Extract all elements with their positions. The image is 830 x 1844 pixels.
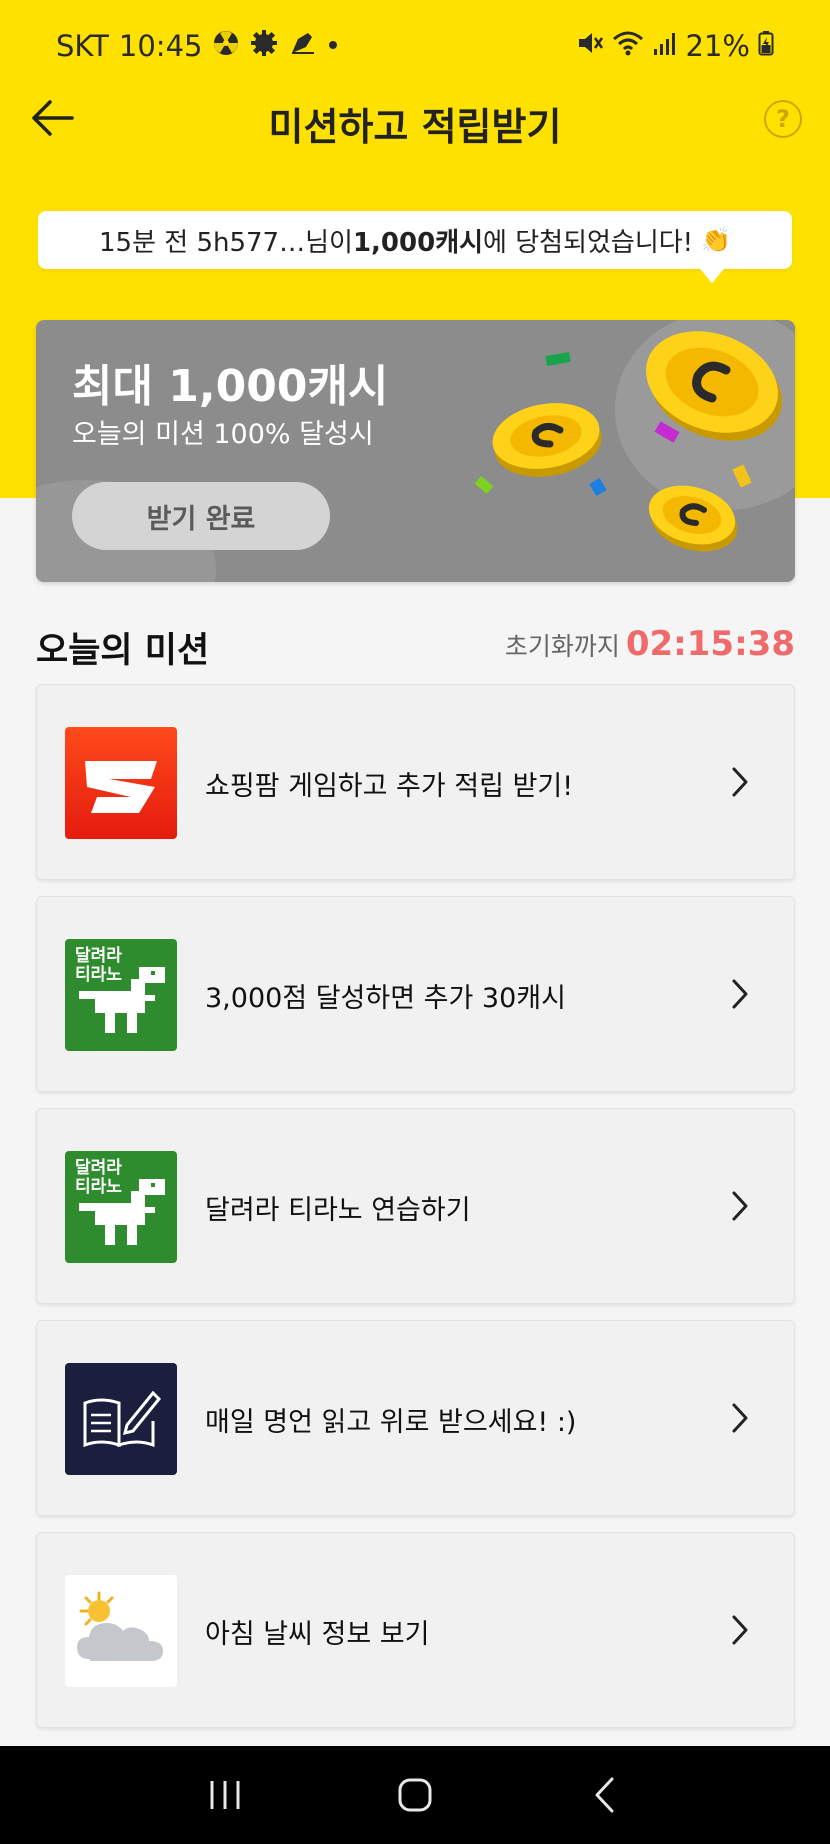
missions-section-title: 오늘의 미션 xyxy=(36,631,210,671)
winner-notice-banner: 15분 전 5h577…님이 1,000캐시 에 당첨되었습니다! 👏 xyxy=(38,211,792,283)
more-notifications-dot-icon xyxy=(326,29,340,64)
mission-label: 쇼핑팜 게임하고 추가 적립 받기! xyxy=(205,770,574,802)
shoppingfarm-logo-icon xyxy=(65,727,177,839)
system-back-button[interactable] xyxy=(575,1765,635,1825)
mission-item-morning-weather[interactable]: 아침 날씨 정보 보기 xyxy=(36,1532,795,1728)
battery-icon xyxy=(758,29,774,64)
mission-label: 달려라 티라노 연습하기 xyxy=(205,1194,471,1226)
mission-label: 매일 명언 읽고 위로 받으세요! :) xyxy=(205,1406,577,1438)
weather-sun-cloud-icon xyxy=(65,1575,177,1687)
clock: 10:45 xyxy=(118,29,203,63)
page-title: 미션하고 적립받기 xyxy=(268,105,562,149)
chevron-right-icon xyxy=(732,979,748,1009)
reward-title: 최대 1,000캐시 xyxy=(72,361,389,412)
mission-item-shoppingfarm[interactable]: 쇼핑팜 게임하고 추가 적립 받기! xyxy=(36,684,795,880)
mission-label: 아침 날씨 정보 보기 xyxy=(205,1618,430,1650)
home-button[interactable] xyxy=(385,1765,445,1825)
radiation-icon xyxy=(212,29,240,64)
winner-notice-amount: 1,000캐시 xyxy=(352,227,484,258)
battery-percent: 21% xyxy=(685,29,750,63)
chevron-left-icon xyxy=(595,1777,614,1813)
mission-label: 3,000점 달성하면 추가 30캐시 xyxy=(205,982,566,1014)
status-bar: SKT 10:45 21% xyxy=(0,0,830,92)
mission-item-dino-practice[interactable]: 달려라 티라노 달려라 티라노 연습하기 xyxy=(36,1108,795,1304)
chevron-right-icon xyxy=(732,1615,748,1645)
winner-notice-prefix: 15분 전 5h577…님이 xyxy=(99,227,353,258)
recent-apps-icon xyxy=(210,1781,240,1809)
help-button[interactable]: ? xyxy=(764,100,802,138)
chevron-right-icon xyxy=(732,1191,748,1221)
reset-countdown: 초기화까지 02:15:38 xyxy=(505,624,795,664)
system-nav-bar xyxy=(0,1746,830,1844)
claim-complete-button[interactable]: 받기 완료 xyxy=(72,482,330,550)
chevron-right-icon xyxy=(732,1403,748,1433)
mute-icon xyxy=(576,29,604,64)
reset-timer: 02:15:38 xyxy=(625,624,795,664)
winner-notice-suffix: 에 당첨되었습니다! xyxy=(483,227,694,258)
missions-section-header: 오늘의 미션 초기화까지 02:15:38 xyxy=(36,620,795,671)
dino-run-icon: 달려라 티라노 xyxy=(65,939,177,1051)
app-header: 미션하고 적립받기 ? xyxy=(0,92,830,156)
signal-icon xyxy=(652,29,678,64)
chevron-right-icon xyxy=(732,767,748,797)
pen-app-icon xyxy=(288,29,316,64)
dino-run-icon: 달려라 티라노 xyxy=(65,1151,177,1263)
mission-item-dino-score[interactable]: 달려라 티라노 3,000점 달성하면 추가 30캐시 xyxy=(36,896,795,1092)
wifi-icon xyxy=(612,29,644,64)
clapping-hands-icon: 👏 xyxy=(701,226,731,254)
dino-thumb-text: 달려라 티라노 xyxy=(75,946,122,985)
book-pen-icon xyxy=(65,1363,177,1475)
dino-thumb-text: 달려라 티라노 xyxy=(75,1158,122,1197)
reset-label: 초기화까지 xyxy=(504,632,620,661)
mission-list: 쇼핑팜 게임하고 추가 적립 받기! 달려라 티라노 3,000점 달성하면 추가… xyxy=(36,684,795,1744)
recent-apps-button[interactable] xyxy=(195,1765,255,1825)
reward-subtitle: 오늘의 미션 100% 달성시 xyxy=(72,419,374,450)
settings-gear-icon xyxy=(250,29,278,64)
home-icon xyxy=(398,1778,432,1812)
carrier-label: SKT xyxy=(56,29,109,63)
max-reward-card: 최대 1,000캐시 오늘의 미션 100% 달성시 받기 완료 xyxy=(36,320,795,582)
mission-item-daily-quote[interactable]: 매일 명언 읽고 위로 받으세요! :) xyxy=(36,1320,795,1516)
